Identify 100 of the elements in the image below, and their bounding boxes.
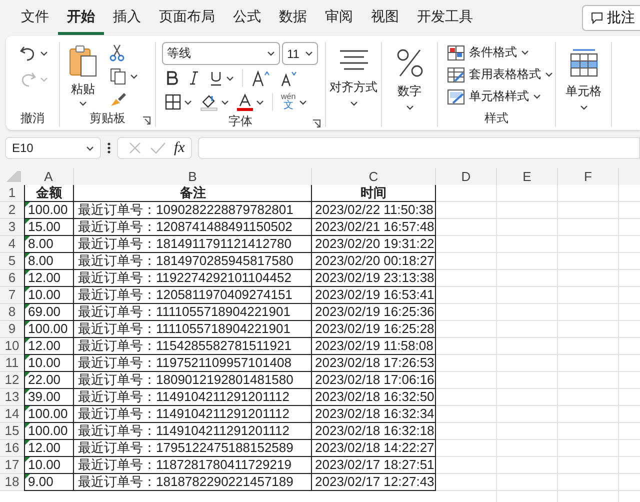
table-cell: 15.00 [24,219,74,236]
cancel-icon [128,141,142,155]
row-header[interactable]: 2 [0,202,24,219]
table-cell: 39.00 [24,389,74,406]
caret-icon [350,101,358,106]
phonetic-ruby: wén [281,93,296,101]
paste-button[interactable]: 粘贴 [66,42,100,108]
table-cell: 2023/02/17 18:27:51 [312,457,436,474]
table-cell: 最近订单号：1149104211291201112 [74,389,312,406]
table-cell: 8.00 [24,253,74,270]
caret-icon [305,51,313,56]
caret-icon [256,100,264,104]
table-cell: 2023/02/19 11:58:08 [312,338,436,355]
caret-icon [40,76,48,82]
font-size-dropdown[interactable]: 11 [282,42,318,65]
row-header[interactable]: 3 [0,219,24,236]
caret-icon [267,51,275,56]
table-cell: 最近订单号：1090282228879782801 [74,202,312,219]
group-label: 撤消 [20,110,44,126]
row-header[interactable]: 10 [0,338,24,355]
column-header[interactable]: E [497,168,558,185]
table-cell: 8.00 [24,236,74,253]
row-header[interactable]: 5 [0,253,24,270]
phonetic-base: 文 [283,101,294,111]
insert-function-button[interactable]: fx [174,140,185,156]
menu-tab[interactable]: 审阅 [316,2,362,34]
italic-icon [187,70,201,86]
style-menu-button[interactable]: 条件格式 [444,42,532,63]
table-cell: 2023/02/18 16:32:50 [312,389,436,406]
table-cell: 最近订单号：1111055718904221901 [74,304,312,321]
alignment-button[interactable]: 对齐方式 [328,46,380,108]
table-cell: 2023/02/18 14:22:27 [312,440,436,457]
row-header[interactable]: 15 [0,423,24,440]
style-menu-button[interactable]: 单元格样式 [444,86,544,107]
caret-icon [521,50,529,55]
caret-icon [226,76,234,80]
table-cell: 10.00 [24,287,74,304]
number-format-button[interactable]: 数字 [394,46,426,112]
table-cell: 最近订单号：1809012192801481580 [74,372,312,389]
table-cell: 9.00 [24,474,74,491]
row-header[interactable]: 16 [0,440,24,457]
name-box[interactable]: E10 [5,137,101,159]
table-cell: 最近订单号：1111055718904221901 [74,321,312,338]
menu-tab[interactable]: 页面布局 [150,2,224,34]
table-cell: 10.00 [24,355,74,372]
table-cell: 2023/02/19 16:53:41 [312,287,436,304]
row-header[interactable]: 4 [0,236,24,253]
formula-input[interactable] [198,137,640,159]
phonetic-button[interactable]: wén 文 [278,91,310,113]
row-header[interactable]: 1 [0,185,24,202]
menu-tab[interactable]: 视图 [362,2,408,34]
caret-icon [86,146,94,150]
table-format-icon [447,66,465,82]
table-grid-icon [568,48,598,78]
menu-tab[interactable]: 文件 [12,2,58,34]
table-cell: 最近订单号：1192274292101104452 [74,270,312,287]
table-cell: 2023/02/20 00:18:27 [312,253,436,270]
row-header[interactable]: 6 [0,270,24,287]
column-header[interactable]: F [558,168,619,185]
table-cell: 金额 [24,185,74,202]
font-name-dropdown[interactable]: 等线 [162,42,280,65]
row-header[interactable]: 9 [0,321,24,338]
row-header[interactable]: 17 [0,457,24,474]
more-options-icon [107,142,111,154]
table-cell: 最近订单号：1149104211291201112 [74,423,312,440]
table-cell: 2023/02/22 11:50:38 [312,202,436,219]
row-header[interactable]: 7 [0,287,24,304]
table-cell: 2023/02/19 16:25:36 [312,304,436,321]
style-menu-button[interactable]: 套用表格格式 [444,64,556,85]
underline-icon [209,70,223,86]
row-header[interactable]: 13 [0,389,24,406]
row-header[interactable]: 14 [0,406,24,423]
caret-icon [130,74,138,78]
table-cell: 12.00 [24,270,74,287]
dialog-launcher-icon[interactable] [312,119,321,128]
conditional-format-icon [447,44,465,60]
row-header[interactable]: 12 [0,372,24,389]
menu-tab[interactable]: 数据 [270,2,316,34]
row-header[interactable]: 8 [0,304,24,321]
menu-tab[interactable]: 插入 [104,2,150,34]
caret-icon [184,100,192,104]
comment-button[interactable]: 批注 [582,5,640,31]
table-cell: 最近订单号：1205811970409274151 [74,287,312,304]
menu-tab[interactable]: 公式 [224,2,270,34]
row-header[interactable]: 18 [0,474,24,491]
caret-icon [40,50,48,56]
check-icon [150,141,166,155]
caret-icon [545,72,553,77]
redo-icon [19,70,37,88]
row-header[interactable]: 11 [0,355,24,372]
cells-button[interactable]: 单元格 [564,46,604,112]
menu-tab[interactable]: 开发工具 [408,2,482,34]
group-label: 字体 [228,113,252,130]
dialog-launcher-icon[interactable] [142,116,151,125]
paintbrush-icon [109,90,127,108]
table-cell: 2023/02/19 23:13:38 [312,270,436,287]
table-cell: 最近订单号：1814911791121412780 [74,236,312,253]
borders-icon [165,94,181,110]
column-header[interactable]: D [436,168,497,185]
grow-font-icon [251,69,271,87]
